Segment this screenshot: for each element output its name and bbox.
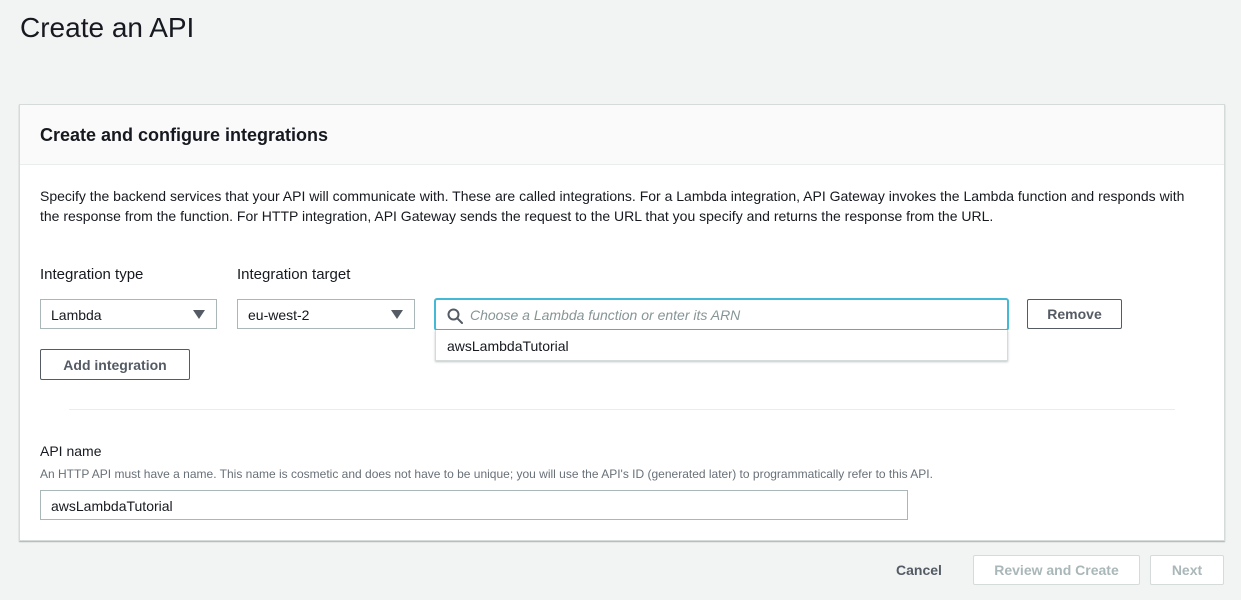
panel-header: Create and configure integrations xyxy=(20,105,1224,165)
caret-down-icon xyxy=(193,310,205,319)
caret-down-icon xyxy=(391,310,403,319)
remove-button[interactable]: Remove xyxy=(1027,299,1122,329)
section-divider xyxy=(69,409,1175,410)
panel-description: Specify the backend services that your A… xyxy=(40,188,1185,224)
api-name-input[interactable]: awsLambdaTutorial xyxy=(40,490,908,520)
lambda-function-search[interactable] xyxy=(435,299,1008,330)
search-icon xyxy=(447,308,463,324)
add-integration-button[interactable]: Add integration xyxy=(40,349,190,380)
review-and-create-button[interactable]: Review and Create xyxy=(973,555,1140,585)
lambda-function-dropdown: awsLambdaTutorial xyxy=(435,330,1008,361)
integration-target-label: Integration target xyxy=(237,266,351,283)
page-title: Create an API xyxy=(20,12,195,43)
integration-type-select[interactable]: Lambda xyxy=(40,299,217,329)
dropdown-option[interactable]: awsLambdaTutorial xyxy=(436,330,1007,362)
lambda-function-input[interactable] xyxy=(470,302,990,327)
integration-type-value: Lambda xyxy=(51,307,102,323)
next-button[interactable]: Next xyxy=(1150,555,1224,585)
cancel-button[interactable]: Cancel xyxy=(887,555,951,585)
api-name-label: API name xyxy=(40,443,102,459)
api-name-hint: An HTTP API must have a name. This name … xyxy=(40,467,933,481)
integration-target-value: eu-west-2 xyxy=(248,307,310,323)
integration-type-label: Integration type xyxy=(40,266,144,283)
integrations-panel: Create and configure integrations Specif… xyxy=(19,104,1225,541)
panel-heading: Create and configure integrations xyxy=(40,125,329,145)
integration-target-select[interactable]: eu-west-2 xyxy=(237,299,415,329)
